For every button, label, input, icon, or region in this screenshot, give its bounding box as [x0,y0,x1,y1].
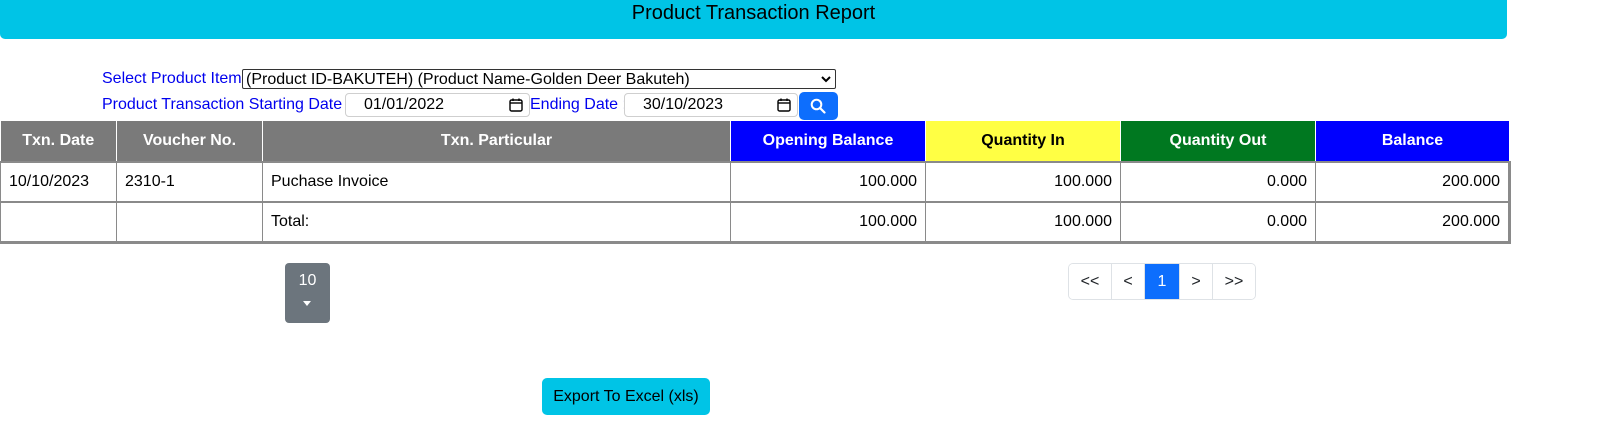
product-select-value: (Product ID-BAKUTEH) (Product Name-Golde… [246,71,690,88]
next-page-button[interactable]: > [1180,264,1213,299]
column-header: Balance [1315,121,1510,162]
total-empty-cell [0,201,117,244]
total-label: Total: [262,201,731,244]
product-select[interactable]: (Product ID-BAKUTEH) (Product Name-Golde… [242,69,836,89]
page-title: Product Transaction Report [631,2,876,24]
page-1-button[interactable]: 1 [1145,264,1180,299]
quantity-out-cell: 0.000 [1120,161,1316,203]
export-excel-button[interactable]: Export To Excel (xls) [542,378,710,415]
end-date-input[interactable]: 30/10/2023 [624,93,798,117]
txn-date-cell: 10/10/2023 [0,161,117,203]
total-quantity-in: 100.000 [925,201,1121,244]
end-date-value: 30/10/2023 [643,96,724,113]
total-balance: 200.000 [1315,201,1511,244]
calendar-icon[interactable] [509,98,523,112]
start-date-value: 01/01/2022 [364,96,445,113]
search-button[interactable] [799,92,838,120]
column-header: Txn. Date [0,121,117,162]
column-header: Quantity Out [1120,121,1316,162]
column-header: Voucher No. [116,121,263,162]
transaction-table: Txn. Date Voucher No. Txn. Particular Op… [0,121,1511,244]
particular-cell: Puchase Invoice [262,161,731,203]
report-header: Product Transaction Report [0,0,1507,39]
total-quantity-out: 0.000 [1120,201,1316,244]
pagination: << < 1 > >> [1068,263,1256,300]
opening-balance-cell: 100.000 [730,161,926,203]
first-page-button[interactable]: << [1069,264,1112,299]
last-page-button[interactable]: >> [1213,264,1255,299]
product-select-label: Select Product Item: [102,70,247,87]
total-empty-cell [116,201,263,244]
start-date-input[interactable]: 01/01/2022 [345,93,530,117]
table-row: 10/10/2023 2310-1 Puchase Invoice 100.00… [0,161,1511,203]
caret-down-icon [303,301,311,306]
calendar-icon[interactable] [777,98,791,112]
chevron-down-icon [821,76,831,83]
balance-cell: 200.000 [1315,161,1511,203]
voucher-cell: 2310-1 [116,161,263,203]
page-size-value: 10 [298,272,317,289]
page-size-dropdown[interactable]: 10 [285,263,330,323]
column-header: Opening Balance [730,121,926,162]
start-date-label: Product Transaction Starting Date : [102,96,352,113]
total-row: Total: 100.000 100.000 0.000 200.000 [0,201,1511,244]
column-header: Txn. Particular [262,121,731,162]
end-date-label: Ending Date : [530,96,627,113]
quantity-in-cell: 100.000 [925,161,1121,203]
column-header: Quantity In [925,121,1121,162]
table-header-row: Txn. Date Voucher No. Txn. Particular Op… [0,121,1510,162]
total-opening-balance: 100.000 [730,201,926,244]
search-icon [810,98,826,114]
prev-page-button[interactable]: < [1112,264,1145,299]
